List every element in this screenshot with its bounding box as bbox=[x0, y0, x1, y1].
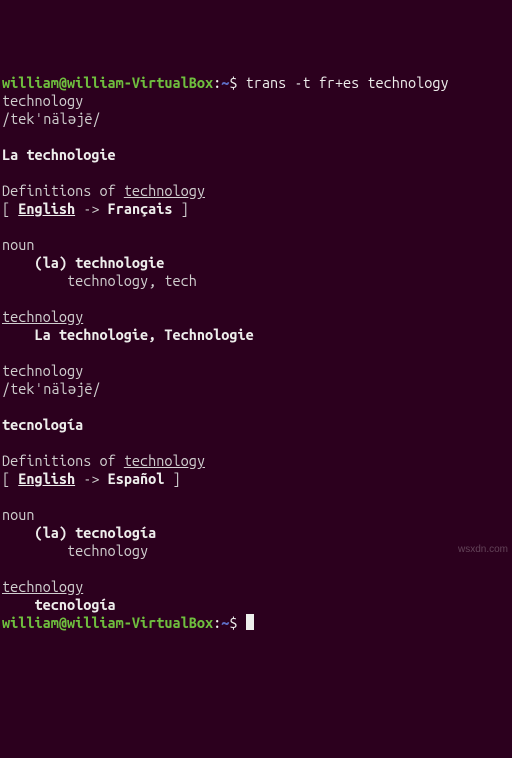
es-definitions-label: Definitions of bbox=[2, 452, 124, 469]
tgt-lang: Français bbox=[108, 200, 173, 217]
phonetic: /tekˈnäləjē/ bbox=[2, 110, 101, 127]
es-definitions-word: technology bbox=[124, 452, 205, 469]
definitions-label: Definitions of bbox=[2, 182, 124, 199]
prompt2-dollar: $ bbox=[229, 614, 237, 631]
fr-back-word: technology bbox=[2, 308, 83, 325]
es-src-lang: English bbox=[18, 470, 75, 487]
es-pos-noun: noun bbox=[2, 506, 34, 523]
es-arrow: -> bbox=[75, 470, 107, 487]
es-tgt-lang: Español bbox=[108, 470, 165, 487]
terminal-cursor[interactable] bbox=[246, 614, 254, 630]
es-bracket-close: ] bbox=[164, 470, 180, 487]
pos-noun: noun bbox=[2, 236, 34, 253]
src-lang: English bbox=[18, 200, 75, 217]
arrow: -> bbox=[75, 200, 107, 217]
es-main-translation: tecnología bbox=[2, 416, 83, 433]
es-phonetic: /tekˈnäləjē/ bbox=[2, 380, 101, 397]
watermark: wsxdn.com bbox=[458, 541, 508, 559]
es-bracket-open: [ bbox=[2, 470, 18, 487]
prompt-user: william@william-VirtualBox bbox=[2, 74, 213, 91]
es-sense1-back: technology bbox=[2, 542, 148, 559]
bracket-close: ] bbox=[173, 200, 189, 217]
es-echo-word: technology bbox=[2, 362, 83, 379]
terminal-output: william@william-VirtualBox:~$ trans -t f… bbox=[2, 74, 510, 632]
echo-word: technology bbox=[2, 92, 83, 109]
fr-sense1-back: technology, tech bbox=[2, 272, 197, 289]
prompt2-sep: : bbox=[213, 614, 221, 631]
fr-main-translation: La technologie bbox=[2, 146, 116, 163]
es-back-word: technology bbox=[2, 578, 83, 595]
prompt-dollar: $ bbox=[229, 74, 237, 91]
command-text: trans -t fr+es technology bbox=[238, 74, 449, 91]
fr-variants: La technologie, Technologie bbox=[2, 326, 254, 343]
es-variants: tecnología bbox=[2, 596, 116, 613]
es-sense1: (la) tecnología bbox=[2, 524, 156, 541]
prompt2-path: ~ bbox=[221, 614, 229, 631]
fr-sense1: (la) technologie bbox=[2, 254, 164, 271]
definitions-word: technology bbox=[124, 182, 205, 199]
bracket-open: [ bbox=[2, 200, 18, 217]
prompt2-user: william@william-VirtualBox bbox=[2, 614, 213, 631]
